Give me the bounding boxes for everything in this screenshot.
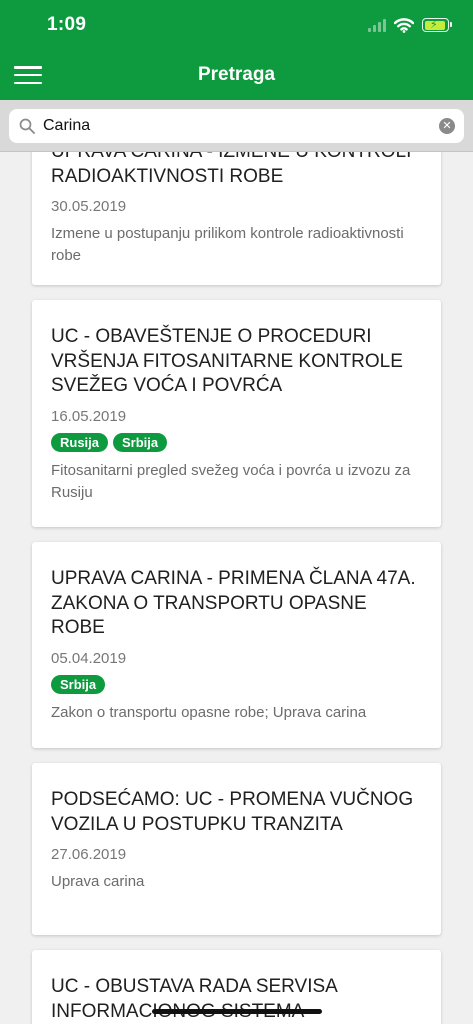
search-field[interactable]: ✕	[9, 109, 464, 143]
result-date: 16.05.2019	[51, 407, 127, 425]
result-description: Fitosanitarni pregled svežeg voća i povr…	[51, 461, 411, 501]
result-title: UPRAVA CARINA - IZMENE U KONTROLI RADIOA…	[51, 152, 411, 187]
result-date: 05.04.2019	[51, 649, 127, 667]
search-bar: ✕	[0, 100, 473, 152]
result-description: Izmene u postupanju prilikom kontrole ra…	[51, 225, 404, 264]
home-indicator	[152, 1009, 322, 1014]
result-card[interactable]: UPRAVA CARINA - PRIMENA ČLANA 47a. ZAKON…	[32, 542, 441, 748]
battery-charging-icon: ⚡	[422, 18, 452, 32]
tag-badge[interactable]: Srbija	[51, 674, 106, 694]
result-card[interactable]: UPRAVA CARINA - IZMENE U KONTROLI RADIOA…	[32, 152, 441, 285]
status-icons: ⚡	[368, 14, 452, 36]
result-description: Zakon o transportu opasne robe; Uprava c…	[51, 703, 367, 721]
search-input[interactable]	[43, 109, 426, 143]
result-card[interactable]: UC - OBAVEŠTENJE O PROCEDURI VRŠENJA FIT…	[32, 300, 441, 527]
app-header: 1:09 ⚡ Pretraga	[0, 0, 473, 100]
cellular-signal-icon	[368, 18, 386, 32]
clear-search-icon[interactable]: ✕	[439, 118, 455, 134]
result-date: 30.05.2019	[51, 198, 127, 215]
result-title: UC - OBUSTAVA RADA SERVISA INFORMACIONOG…	[51, 976, 337, 1022]
results-list[interactable]: UPRAVA CARINA - IZMENE U KONTROLI RADIOA…	[0, 152, 473, 1024]
result-title: PODSEĆAMO: UC - PROMENA VUČNOG VOZILA U …	[51, 789, 414, 835]
status-time: 1:09	[47, 14, 87, 35]
result-card[interactable]: PODSEĆAMO: UC - PROMENA VUČNOG VOZILA U …	[32, 763, 441, 935]
result-title: UC - OBAVEŠTENJE O PROCEDURI VRŠENJA FIT…	[51, 326, 403, 396]
tag-list: Rusija Srbija	[51, 432, 422, 452]
search-icon	[19, 118, 35, 134]
result-title: UPRAVA CARINA - PRIMENA ČLANA 47a. ZAKON…	[51, 568, 416, 638]
wifi-icon	[394, 17, 414, 33]
result-description: Uprava carina	[51, 873, 145, 890]
result-date: 27.06.2019	[51, 846, 127, 863]
tag-badge[interactable]: Rusija	[51, 432, 109, 452]
tag-list: Srbija	[51, 674, 422, 694]
page-title: Pretraga	[197, 64, 276, 85]
tag-badge[interactable]: Srbija	[113, 432, 168, 452]
